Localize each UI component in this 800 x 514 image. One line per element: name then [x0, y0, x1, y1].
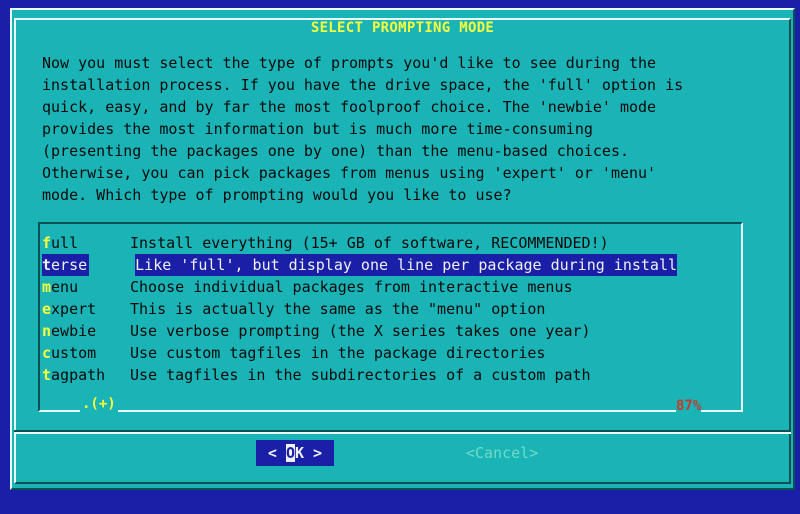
ok-button-right: K >	[295, 444, 323, 462]
option-tag: menu	[42, 276, 130, 298]
dialog-description: Now you must select the type of prompts …	[42, 54, 684, 204]
option-tag: expert	[42, 298, 130, 320]
cancel-button[interactable]: <Cancel>	[466, 444, 538, 462]
option-item-custom[interactable]: custom Use custom tagfiles in the package…	[42, 342, 742, 364]
ok-button[interactable]: < OK >	[256, 440, 334, 466]
option-hotkey: e	[42, 300, 52, 318]
option-hotkey: n	[42, 322, 52, 340]
option-item-expert[interactable]: expert This is actually the same as the "…	[42, 298, 742, 320]
option-tag: newbie	[42, 320, 130, 342]
option-description: Choose individual packages from interact…	[130, 278, 573, 296]
option-item-full[interactable]: full Install everything (15+ GB of softwa…	[42, 232, 742, 254]
scroll-percent: 87%	[676, 398, 702, 414]
option-tag-rest: erse	[51, 256, 88, 274]
dialog-title: SELECT PROMPTING MODE	[12, 20, 793, 36]
button-separator	[14, 430, 791, 434]
option-hotkey: f	[42, 234, 52, 252]
option-tag: terse	[42, 254, 90, 276]
option-tag: custom	[42, 342, 130, 364]
option-tag-rest: ull	[51, 234, 79, 252]
option-hotkey: t	[42, 256, 52, 274]
option-tag: full	[42, 232, 130, 254]
option-description: Use verbose prompting (the X series take…	[130, 322, 591, 340]
option-item-terse[interactable]: terse Like 'full', but display one line p…	[42, 254, 742, 276]
options-list[interactable]: full Install everything (15+ GB of softwa…	[42, 232, 742, 386]
option-description: Use custom tagfiles in the package direc…	[130, 344, 546, 362]
option-hotkey: m	[42, 278, 52, 296]
ok-button-left: <	[267, 444, 286, 462]
option-tag-rest: xpert	[51, 300, 97, 318]
option-description: Install everything (15+ GB of software, …	[130, 234, 609, 252]
option-description: Like 'full', but display one line per pa…	[135, 254, 678, 276]
option-hotkey: c	[42, 344, 52, 362]
option-tag: tagpath	[42, 364, 130, 386]
option-item-tagpath[interactable]: tagpath Use tagfiles in the subdirectorie…	[42, 364, 742, 386]
option-description: This is actually the same as the "menu" …	[130, 300, 546, 318]
bottom-strip	[0, 490, 800, 514]
option-tag-rest: ewbie	[51, 322, 97, 340]
option-description: Use tagfiles in the subdirectories of a …	[130, 366, 591, 384]
scroll-indicator: .(+)	[80, 396, 118, 412]
option-tag-rest: ustom	[51, 344, 97, 362]
option-hotkey: t	[42, 366, 52, 384]
option-item-newbie[interactable]: newbie Use verbose prompting (the X serie…	[42, 320, 742, 342]
option-item-menu[interactable]: menu Choose individual packages from inte…	[42, 276, 742, 298]
option-tag-rest: agpath	[51, 366, 106, 384]
ok-button-hotkey: O	[285, 444, 295, 462]
option-tag-rest: enu	[51, 278, 79, 296]
